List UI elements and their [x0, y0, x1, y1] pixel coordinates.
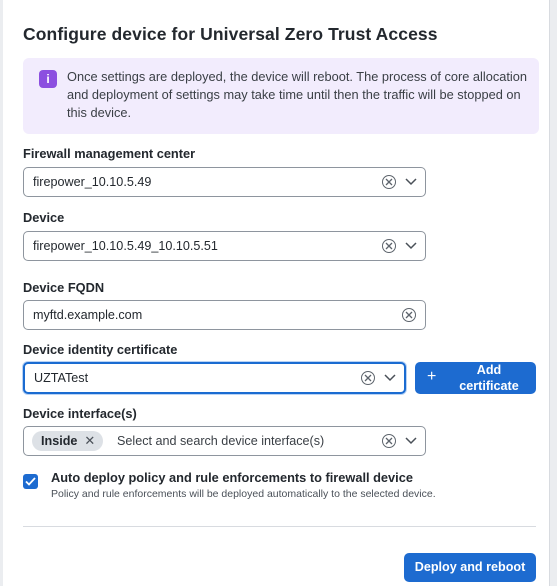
- certificate-value: UZTATest: [34, 371, 89, 385]
- clear-icon[interactable]: [382, 239, 396, 253]
- clear-icon[interactable]: [382, 434, 396, 448]
- chip-label: Inside: [41, 434, 78, 448]
- clear-icon[interactable]: [361, 371, 375, 385]
- chip-remove-icon[interactable]: ✕: [84, 431, 95, 451]
- chevron-down-icon[interactable]: [404, 176, 418, 188]
- chevron-down-icon[interactable]: [404, 435, 418, 447]
- deploy-and-reboot-button[interactable]: Deploy and reboot: [404, 553, 536, 582]
- dialog-title: Configure device for Universal Zero Trus…: [23, 24, 438, 44]
- clear-icon[interactable]: [382, 175, 396, 189]
- configure-device-panel: Configure device for Universal Zero Trus…: [3, 0, 550, 586]
- auto-deploy-help: Policy and rule enforcements will be dep…: [51, 488, 436, 500]
- info-banner: i Once settings are deployed, the device…: [23, 58, 539, 134]
- chevron-down-icon[interactable]: [404, 240, 418, 252]
- interface-chip-inside: Inside ✕: [32, 431, 104, 451]
- divider: [23, 526, 536, 527]
- interfaces-placeholder[interactable]: Select and search device interface(s): [117, 434, 324, 448]
- checkmark-icon: [25, 477, 36, 486]
- auto-deploy-label[interactable]: Auto deploy policy and rule enforcements…: [51, 470, 413, 485]
- device-value: firepower_10.10.5.49_10.10.5.51: [33, 239, 218, 253]
- fmc-select[interactable]: firepower_10.10.5.49: [23, 167, 426, 197]
- interfaces-multiselect[interactable]: Inside ✕ Select and search device interf…: [23, 426, 426, 456]
- device-select[interactable]: firepower_10.10.5.49_10.10.5.51: [23, 231, 426, 261]
- fmc-label: Firewall management center: [23, 146, 196, 161]
- auto-deploy-checkbox[interactable]: [23, 474, 38, 489]
- info-message: Once settings are deployed, the device w…: [67, 69, 528, 120]
- interfaces-label: Device interface(s): [23, 406, 137, 421]
- info-icon: i: [39, 70, 57, 88]
- plus-icon: +: [427, 368, 437, 385]
- fqdn-input[interactable]: myftd.example.com: [23, 300, 426, 330]
- add-certificate-label: Add certificate: [459, 363, 519, 393]
- certificate-select[interactable]: UZTATest: [23, 362, 406, 394]
- add-certificate-button[interactable]: + Add certificate: [415, 362, 536, 394]
- certificate-label: Device identity certificate: [23, 342, 178, 357]
- fqdn-label: Device FQDN: [23, 280, 105, 295]
- fqdn-value: myftd.example.com: [33, 308, 143, 322]
- fmc-value: firepower_10.10.5.49: [33, 175, 152, 189]
- device-label: Device: [23, 210, 65, 225]
- clear-icon[interactable]: [402, 308, 416, 322]
- chevron-down-icon[interactable]: [383, 372, 397, 384]
